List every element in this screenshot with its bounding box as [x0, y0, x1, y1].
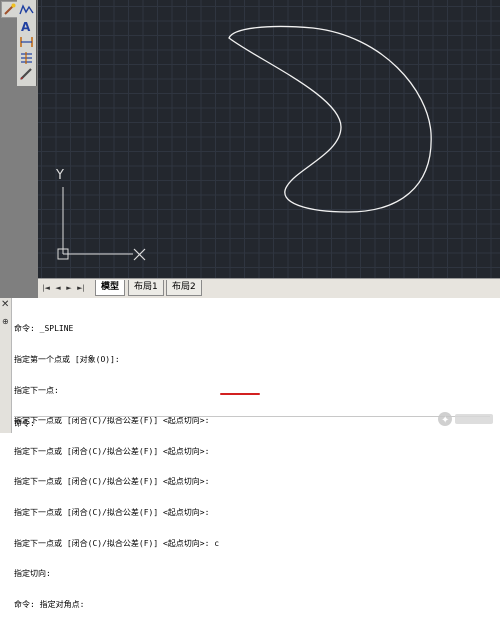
command-history-line: 指定下一点或 [闭合(C)/拟合公差(F)] <起点切向>: [14, 446, 210, 456]
command-history-line: 指定第一个点或 [对象(O)]: [14, 355, 120, 365]
command-history-line: 指定下一点或 [闭合(C)/拟合公差(F)] <起点切向>: [14, 477, 210, 487]
last-tab-button[interactable]: ►| [77, 284, 85, 293]
dimension-icon[interactable] [18, 34, 35, 50]
ucs-y-label: Y [56, 168, 64, 183]
command-line-panel: ✕ ⊕ 命令: _SPLINE 指定第一个点或 [对象(O)]: 指定下一点: … [0, 298, 500, 609]
draw-toolbar: A [0, 0, 38, 298]
command-panel-handle: ✕ ⊕ [0, 298, 12, 433]
watermark-logo: ✦ [436, 409, 496, 429]
ucs-icon [57, 187, 146, 261]
command-history-line: 指定下一点或 [闭合(C)/拟合公差(F)] <起点切向>: [14, 508, 210, 518]
pin-icon[interactable]: ⊕ [2, 318, 9, 326]
magic-wand-icon[interactable] [1, 1, 18, 18]
polyline-icon[interactable] [18, 2, 35, 18]
prev-tab-button[interactable]: ◄ [54, 284, 62, 293]
command-history-line: 命令: 指定对角点: [14, 599, 85, 609]
multiline-icon[interactable] [18, 50, 35, 66]
command-history-line: 命令: _SPLINE [14, 324, 74, 334]
svg-text:✦: ✦ [441, 415, 449, 426]
svg-text:A: A [21, 20, 31, 33]
spline-curve [228, 25, 432, 213]
tab-layout2[interactable]: 布局2 [166, 280, 202, 296]
command-history-line: 指定切向: [14, 569, 51, 579]
tab-layout1[interactable]: 布局1 [128, 280, 164, 296]
next-tab-button[interactable]: ► [65, 284, 73, 293]
command-history-line: 指定下一点或 [闭合(C)/拟合公差(F)] <起点切向>: c [14, 538, 220, 548]
first-tab-button[interactable]: |◄ [42, 284, 50, 293]
pencil-icon[interactable] [18, 66, 35, 82]
red-underline-annotation [220, 393, 260, 395]
tab-model[interactable]: 模型 [95, 280, 126, 296]
command-input[interactable]: 命令: [14, 416, 490, 431]
layout-tab-bar: |◄ ◄ ► ►| 模型 布局1 布局2 [38, 278, 500, 299]
drawing-viewport[interactable]: Y [38, 0, 500, 278]
text-icon[interactable]: A [18, 18, 35, 34]
close-icon[interactable]: ✕ [1, 300, 9, 310]
command-history: 命令: _SPLINE 指定第一个点或 [对象(O)]: 指定下一点: 指定下一… [14, 304, 494, 631]
